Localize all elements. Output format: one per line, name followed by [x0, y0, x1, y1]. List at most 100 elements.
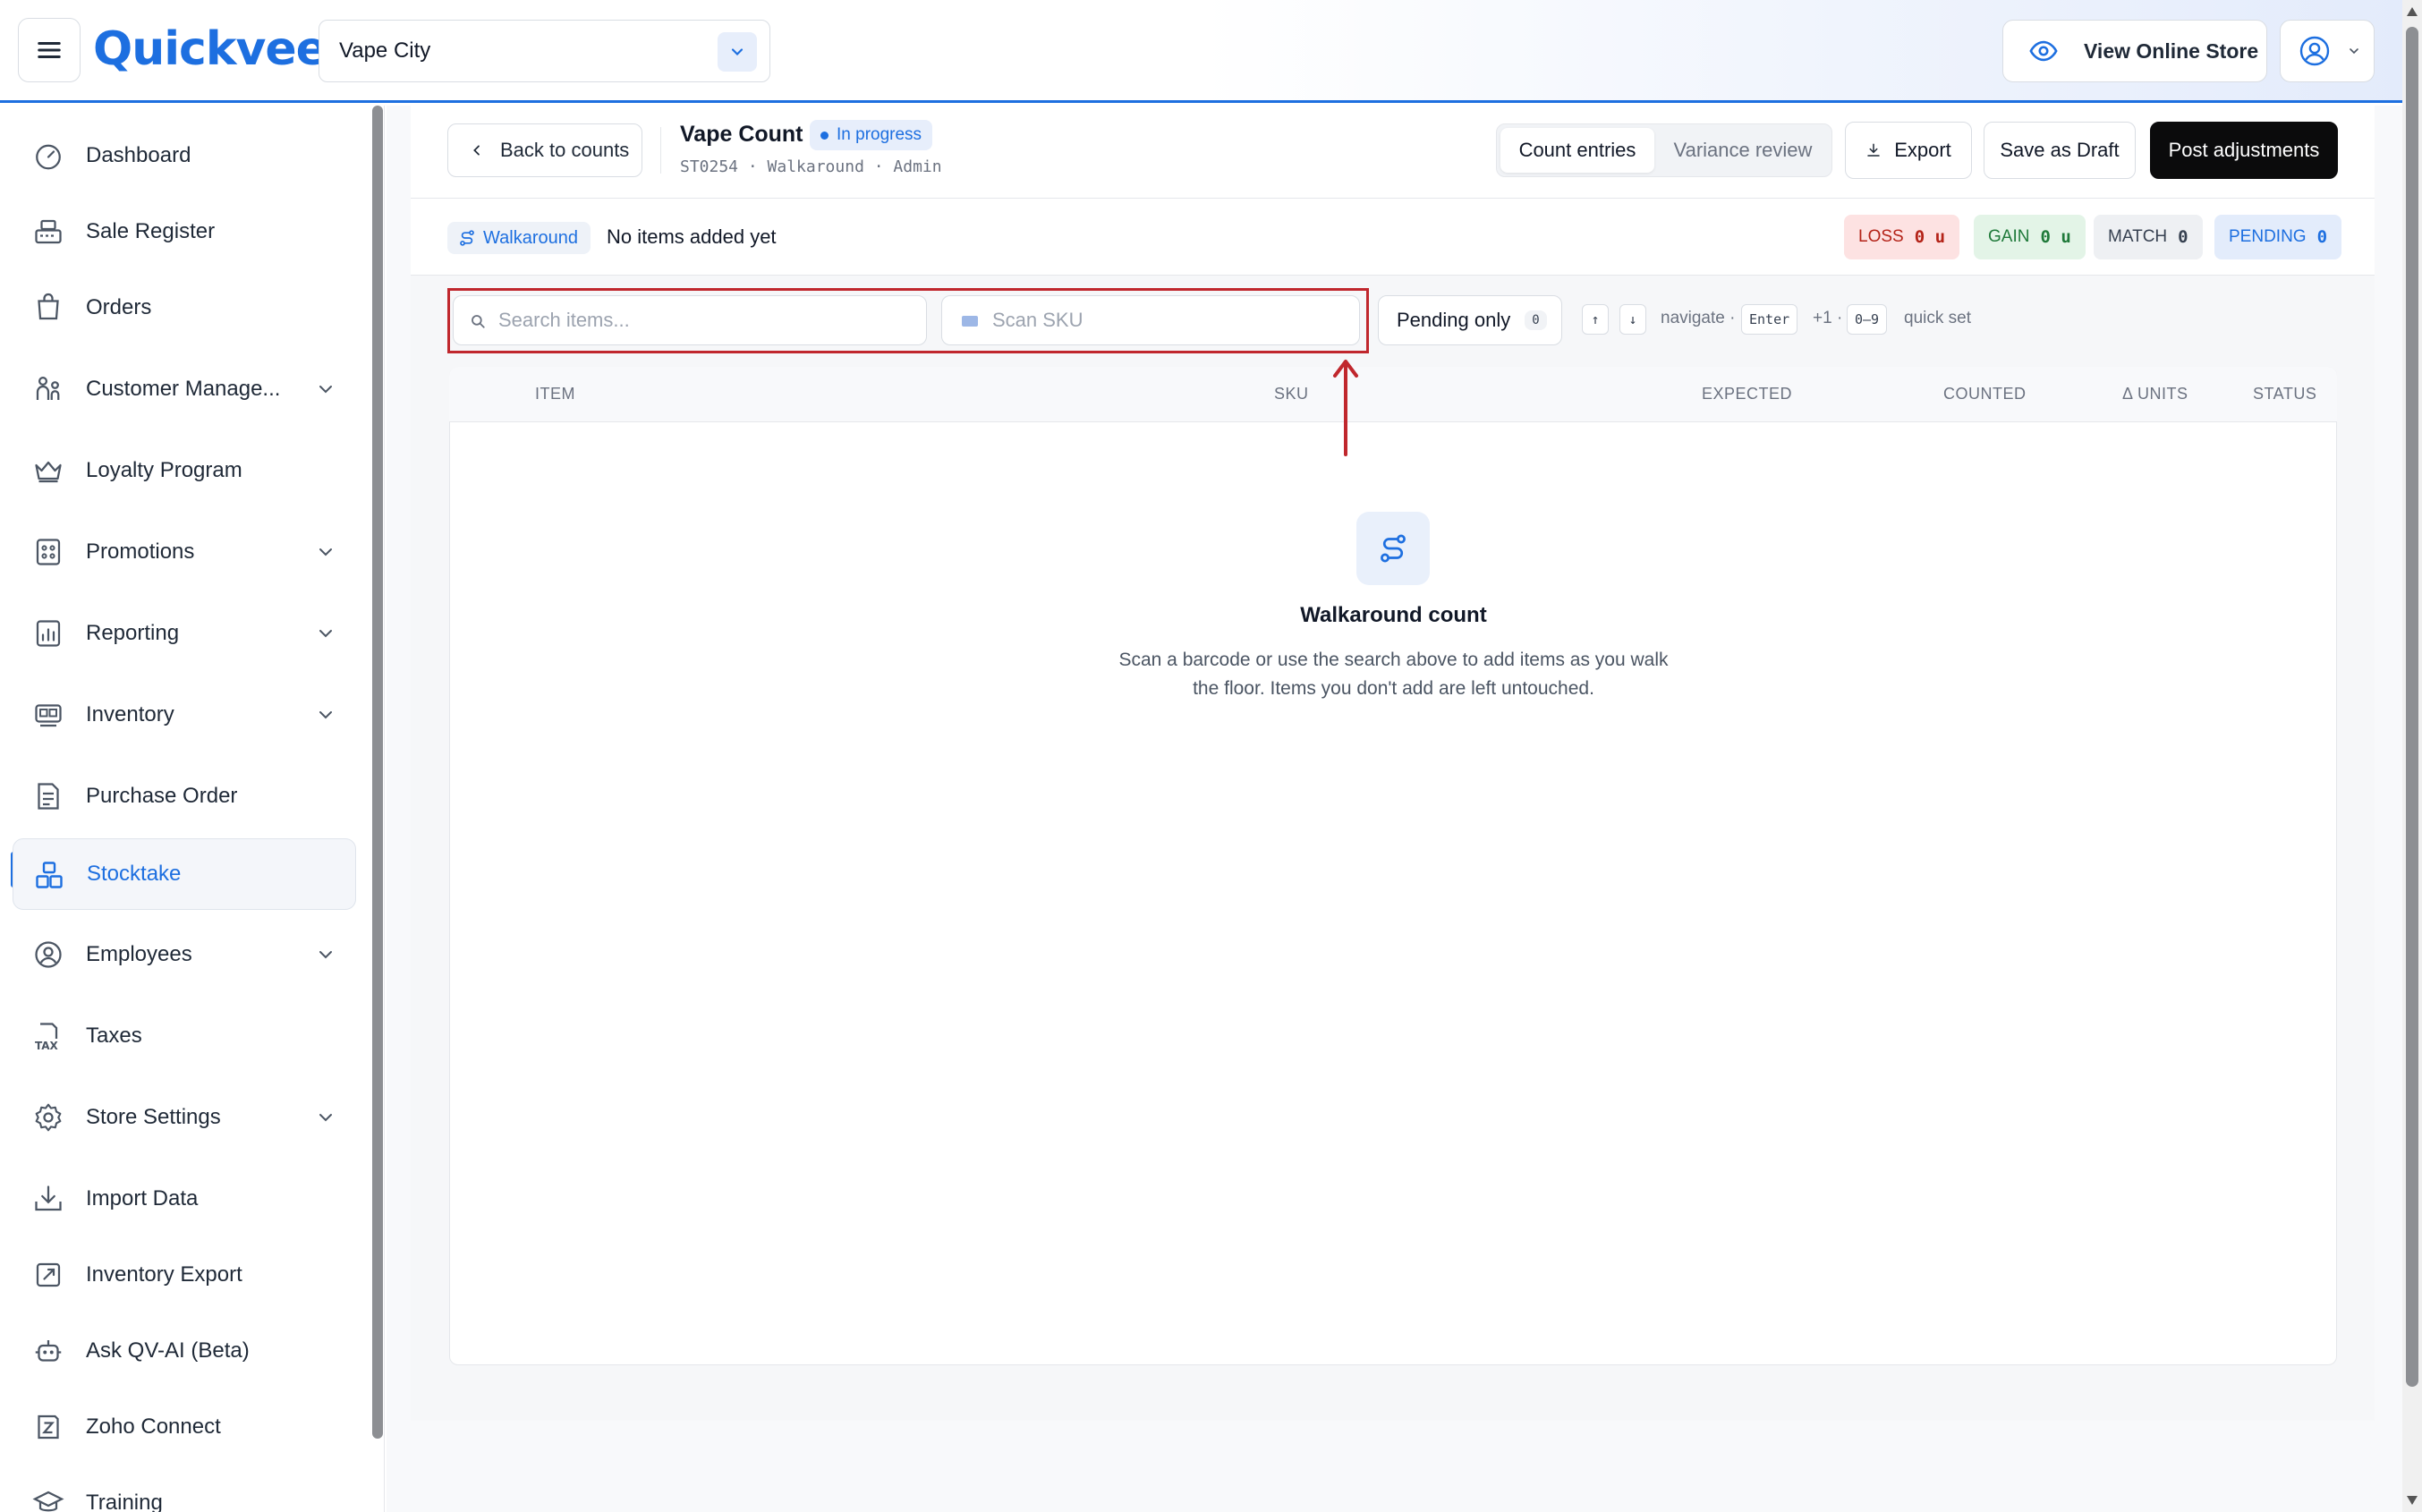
annotation-arrow-icon	[1333, 360, 1358, 456]
pending-value: 0	[2316, 227, 2328, 247]
sidebar-item-loyalty-program[interactable]: Loyalty Program	[13, 435, 356, 506]
column-header-expected[interactable]: EXPECTED	[1702, 385, 1792, 403]
walkaround-badge: Walkaround	[447, 222, 591, 254]
employees-icon	[35, 941, 62, 968]
save-as-draft-button[interactable]: Save as Draft	[1984, 122, 2136, 179]
robot-icon	[35, 1340, 62, 1362]
user-avatar-icon	[2299, 36, 2330, 66]
match-value: 0	[2178, 227, 2188, 247]
sidebar-item-zoho-connect[interactable]: Zoho Connect	[13, 1391, 356, 1463]
svg-text:TAX: TAX	[35, 1040, 59, 1052]
column-header-sku[interactable]: SKU	[1274, 385, 1309, 403]
match-stat: MATCH 0	[2094, 215, 2203, 259]
sidebar-item-store-settings[interactable]: Store Settings	[13, 1082, 356, 1153]
sidebar-item-label: Orders	[86, 295, 152, 319]
sidebar-item-label: Customer Manage...	[86, 377, 281, 401]
quick-set-hint: quick set	[1904, 309, 1971, 327]
training-icon	[32, 1491, 64, 1512]
sidebar-item-taxes[interactable]: TAX Taxes	[13, 1000, 356, 1072]
match-label: MATCH	[2108, 227, 2168, 246]
scroll-down-arrow-icon[interactable]	[2407, 1496, 2418, 1505]
orders-icon	[38, 293, 59, 320]
key-enter-hint: Enter	[1741, 304, 1798, 335]
walkaround-label: Walkaround	[483, 228, 578, 248]
sidebar-item-label: Inventory Export	[86, 1262, 242, 1287]
sidebar-scrollbar[interactable]	[372, 106, 383, 1439]
sidebar-item-label: Store Settings	[86, 1105, 221, 1129]
sidebar-item-inventory-export[interactable]: Inventory Export	[13, 1239, 356, 1311]
items-status-text: No items added yet	[607, 225, 777, 248]
sidebar-item-import-data[interactable]: Import Data	[13, 1163, 356, 1235]
sidebar-item-employees[interactable]: Employees	[13, 919, 356, 990]
pending-stat: PENDING 0	[2214, 215, 2342, 259]
sidebar-item-dashboard[interactable]: Dashboard	[13, 120, 356, 191]
taxes-icon: TAX	[35, 1023, 59, 1052]
view-tabs: Count entries Variance review	[1496, 123, 1832, 177]
sidebar-item-training[interactable]: Training	[13, 1467, 356, 1512]
account-menu-button[interactable]	[2280, 20, 2375, 82]
sidebar-item-label: Dashboard	[86, 143, 191, 167]
walkaround-icon	[1356, 512, 1430, 585]
chevron-left-icon	[473, 145, 480, 156]
chevron-down-icon	[718, 32, 757, 72]
eye-icon	[2029, 40, 2058, 62]
page-title: Vape Count	[680, 122, 803, 147]
scrollbar-thumb[interactable]	[2406, 27, 2418, 1387]
column-header-status[interactable]: STATUS	[2253, 385, 2316, 403]
sidebar-item-label: Loyalty Program	[86, 458, 242, 482]
navigate-hint: navigate ·	[1661, 309, 1736, 327]
sidebar-item-sale-register[interactable]: Sale Register	[13, 196, 356, 268]
sidebar-item-label: Taxes	[86, 1024, 142, 1048]
sidebar-item-purchase-order[interactable]: Purchase Order	[13, 760, 356, 832]
sidebar-item-label: Training	[86, 1491, 163, 1512]
reporting-icon	[36, 620, 61, 647]
page-scrollbar[interactable]	[2402, 0, 2422, 1512]
loss-label: LOSS	[1858, 227, 1904, 246]
customers-icon	[36, 376, 60, 400]
menu-toggle-button[interactable]	[18, 18, 81, 82]
export-button[interactable]: Export	[1845, 122, 1972, 179]
sidebar-item-orders[interactable]: Orders	[13, 272, 356, 344]
inventory-icon	[35, 704, 62, 727]
store-selector-value: Vape City	[339, 38, 431, 63]
sidebar-item-promotions[interactable]: Promotions	[13, 516, 356, 588]
sidebar-item-inventory[interactable]: Inventory	[13, 679, 356, 751]
sidebar-item-label: Inventory	[86, 702, 174, 726]
status-badge: In progress	[810, 120, 933, 150]
sidebar-item-label: Import Data	[86, 1186, 199, 1210]
download-icon	[1867, 143, 1880, 157]
sidebar-item-label: Zoho Connect	[86, 1414, 221, 1439]
hamburger-icon	[38, 42, 61, 58]
column-header-item[interactable]: ITEM	[535, 385, 575, 403]
chevron-down-icon	[2350, 48, 2358, 55]
store-selector[interactable]: Vape City	[319, 20, 770, 82]
column-header-counted[interactable]: COUNTED	[1943, 385, 2027, 403]
chevron-down-icon	[319, 630, 332, 638]
empty-state-title: Walkaround count	[1300, 603, 1487, 627]
sidebar-item-label: Ask QV-AI (Beta)	[86, 1338, 250, 1363]
chevron-down-icon	[319, 548, 332, 556]
sidebar-item-stocktake[interactable]: Stocktake	[13, 838, 356, 910]
post-adjustments-button[interactable]: Post adjustments	[2150, 122, 2338, 179]
table-header	[449, 367, 2337, 422]
pending-only-label: Pending only	[1397, 309, 1511, 331]
sidebar-item-ask-qv-ai[interactable]: Ask QV-AI (Beta)	[13, 1315, 356, 1387]
quickvee-logo[interactable]: Quickvee	[93, 20, 327, 79]
sidebar-item-reporting[interactable]: Reporting	[13, 598, 356, 669]
gain-label: GAIN	[1988, 227, 2030, 246]
column-header-delta-units[interactable]: Δ UNITS	[2122, 385, 2188, 403]
chevron-down-icon	[319, 386, 332, 394]
sidebar-item-label: Sale Register	[86, 219, 216, 243]
scroll-up-arrow-icon[interactable]	[2407, 7, 2418, 16]
back-to-counts-button[interactable]: Back to counts	[447, 123, 642, 177]
pending-only-toggle[interactable]: Pending only 0	[1378, 295, 1562, 345]
stocktake-icon	[36, 862, 63, 888]
route-icon	[460, 230, 474, 246]
tab-count-entries[interactable]: Count entries	[1500, 128, 1654, 173]
sidebar-item-label: Purchase Order	[86, 784, 238, 808]
key-down-hint: ↓	[1619, 304, 1646, 335]
loss-stat: LOSS 0 u	[1844, 215, 1960, 259]
sidebar-item-customer-management[interactable]: Customer Manage...	[13, 353, 356, 425]
view-online-store-button[interactable]: View Online Store	[2002, 20, 2267, 82]
tab-variance-review[interactable]: Variance review	[1658, 128, 1828, 173]
